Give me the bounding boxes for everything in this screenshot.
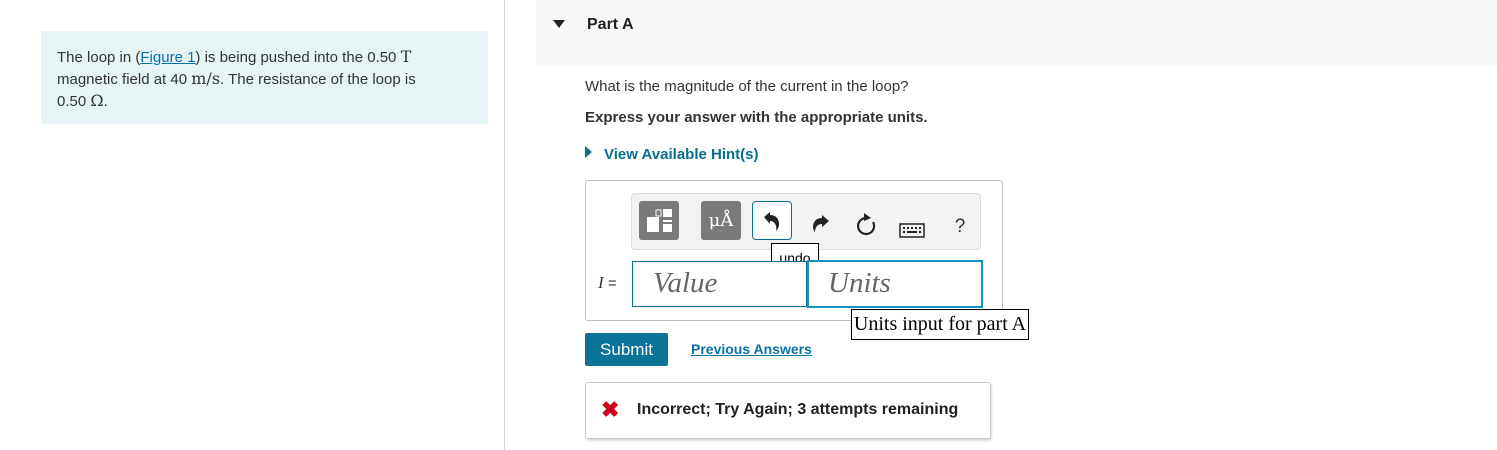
part-title: Part A (587, 16, 634, 33)
incorrect-icon: ✖ (601, 397, 620, 422)
problem-text: 0.50 (57, 93, 91, 110)
problem-text: ) is being pushed into the 0.50 (195, 49, 401, 66)
unit-speed: m/s (191, 69, 221, 88)
hint-caret-icon[interactable] (585, 146, 592, 158)
problem-text: The loop in ( (57, 49, 141, 66)
view-hints-link[interactable]: View Available Hint(s) (604, 146, 759, 163)
figure-link[interactable]: Figure 1 (140, 49, 195, 66)
redo-icon[interactable] (802, 201, 838, 240)
problem-text: magnetic field at 40 (57, 71, 192, 88)
problem-statement: The loop in (Figure 1) is being pushed i… (41, 31, 488, 124)
keyboard-icon[interactable] (894, 201, 930, 240)
units-button[interactable]: μÅ (701, 201, 741, 240)
undo-icon[interactable] (752, 201, 792, 240)
equals-sign: = (603, 275, 617, 292)
previous-answers-link[interactable]: Previous Answers (691, 341, 812, 357)
problem-text: . The resistance of the loop is (220, 71, 416, 88)
feedback-message: Incorrect; Try Again; 3 attempts remaini… (637, 401, 959, 418)
units-input[interactable]: Units (807, 260, 983, 308)
help-icon[interactable]: ? (942, 201, 978, 240)
question-text: What is the magnitude of the current in … (585, 78, 909, 95)
part-header[interactable]: Part A (536, 0, 1497, 66)
units-input-tooltip: Units input for part A (851, 309, 1029, 340)
unit-ohm: Ω (90, 91, 104, 110)
value-input[interactable]: Value (632, 261, 807, 307)
reset-icon[interactable] (848, 201, 884, 240)
problem-text: . (103, 93, 108, 110)
answer-variable-label: I = (598, 273, 617, 293)
collapse-caret-icon[interactable] (553, 20, 565, 28)
unit-tesla: T (400, 47, 412, 66)
templates-icon[interactable] (639, 201, 679, 240)
instruction-text: Express your answer with the appropriate… (585, 109, 928, 126)
submit-button[interactable]: Submit (585, 333, 668, 366)
